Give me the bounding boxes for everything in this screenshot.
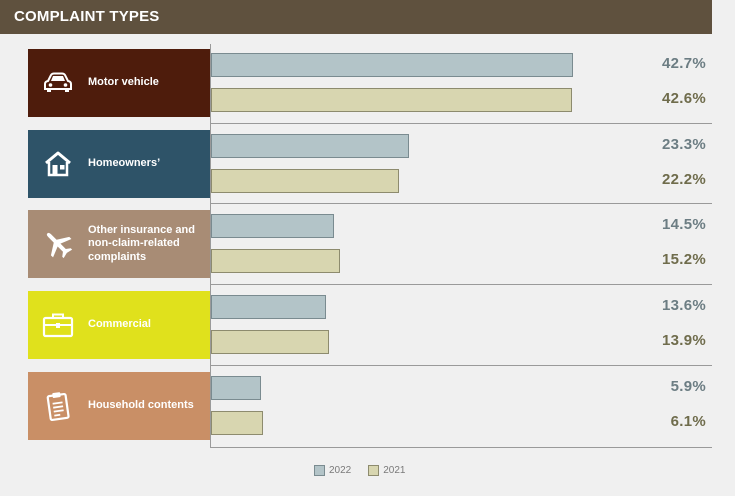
bar-2021-other-insurance [211, 249, 340, 273]
bar-2022-motor-vehicle [211, 53, 573, 77]
clipboard-icon [28, 391, 88, 421]
value-label-2021-commercial: 13.9% [661, 332, 706, 349]
briefcase-icon [28, 312, 88, 338]
value-label-2021-other-insurance: 15.2% [661, 251, 706, 268]
legend-label-2022: 2022 [329, 465, 352, 476]
bar-2021-motor-vehicle [211, 88, 572, 112]
category-box-other-insurance: Other insurance and non-claim-related co… [28, 210, 210, 278]
category-label: Other insurance and non-claim-related co… [88, 223, 195, 263]
group-divider [210, 203, 712, 204]
bar-2021-homeowners [211, 169, 399, 193]
category-label: Motor vehicle [88, 76, 159, 89]
house-icon [28, 151, 88, 177]
value-label-2022-motor-vehicle: 42.7% [661, 55, 706, 72]
bar-2022-other-insurance [211, 214, 334, 238]
group-divider [210, 447, 712, 448]
bar-2022-commercial [211, 295, 326, 319]
chart-header: COMPLAINT TYPES [0, 0, 712, 34]
legend-swatch-2022 [314, 465, 325, 476]
category-box-household-contents: Household contents [28, 372, 210, 440]
category-box-homeowners: Homeowners’ [28, 130, 210, 198]
category-label: Homeowners’ [88, 157, 161, 170]
bar-2022-household-contents [211, 376, 261, 400]
value-label-2022-commercial: 13.6% [661, 297, 706, 314]
car-icon [28, 72, 88, 94]
legend-swatch-2021 [368, 465, 380, 476]
legend: 2022 2021 [314, 465, 423, 476]
value-label-2021-household-contents: 6.1% [670, 413, 706, 430]
chart-title: COMPLAINT TYPES [14, 8, 160, 25]
category-label: Commercial [88, 318, 151, 331]
group-divider [210, 365, 712, 366]
bar-2022-homeowners [211, 134, 409, 158]
group-divider [210, 284, 712, 285]
category-label: Household contents [88, 399, 194, 412]
value-label-2022-household-contents: 5.9% [670, 378, 706, 395]
airplane-icon [28, 228, 88, 260]
value-label-2022-homeowners: 23.3% [661, 136, 706, 153]
bar-2021-household-contents [211, 411, 263, 435]
legend-item-2021: 2021 [368, 465, 406, 476]
bar-2021-commercial [211, 330, 329, 354]
value-label-2021-homeowners: 22.2% [661, 171, 706, 188]
value-label-2021-motor-vehicle: 42.6% [661, 90, 706, 107]
legend-label-2021: 2021 [383, 465, 406, 476]
legend-item-2022: 2022 [314, 465, 351, 476]
group-divider [210, 123, 712, 124]
category-box-commercial: Commercial [28, 291, 210, 359]
category-box-motor-vehicle: Motor vehicle [28, 49, 210, 117]
value-label-2022-other-insurance: 14.5% [661, 216, 706, 233]
